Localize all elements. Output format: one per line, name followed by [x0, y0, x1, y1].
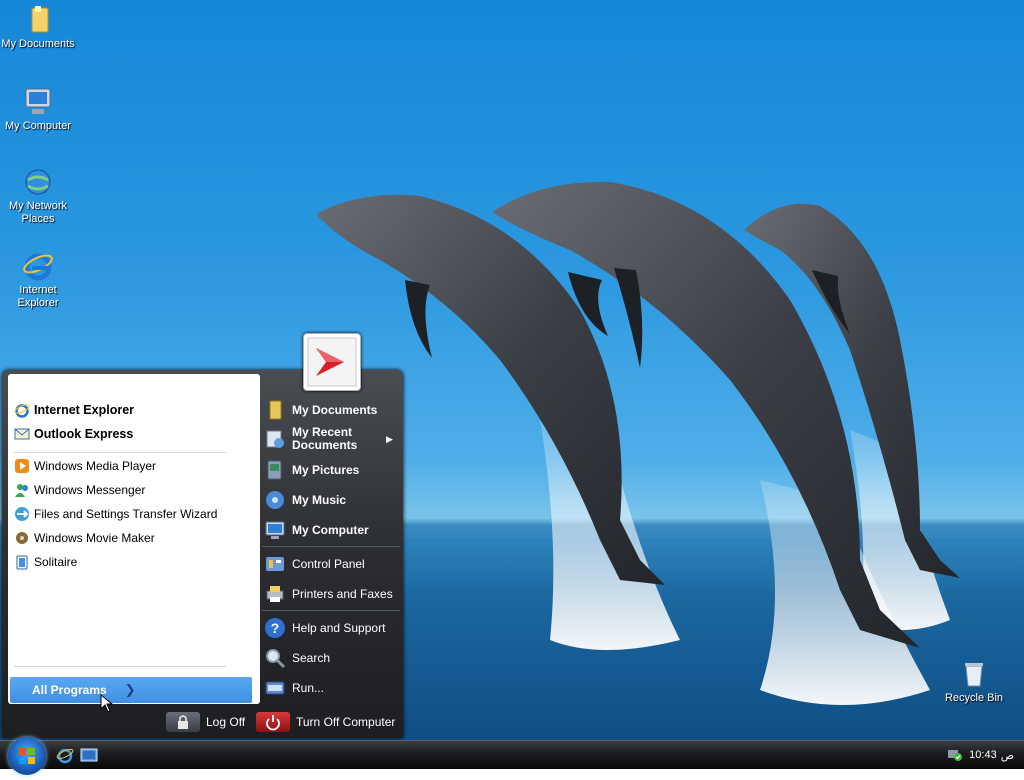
- menu-separator: [14, 666, 226, 667]
- run-icon: [264, 677, 286, 699]
- music-icon: [264, 489, 286, 511]
- start-item-my-pictures[interactable]: My Pictures: [264, 458, 400, 482]
- user-avatar-arrow-icon: [307, 337, 357, 387]
- chevron-right-icon: ▶: [386, 433, 393, 444]
- quicklaunch-ie-icon[interactable]: [56, 746, 74, 764]
- desktop-icon-recycle-bin[interactable]: Recycle Bin: [936, 658, 1012, 705]
- start-item-run[interactable]: Run...: [264, 676, 400, 700]
- recent-docs-icon: [264, 428, 286, 450]
- pictures-icon: [264, 459, 286, 481]
- desktop-icon-my-network-places[interactable]: My Network Places: [0, 166, 76, 226]
- start-menu-programs-pane: Internet Explorer Outlook Express Window…: [8, 374, 260, 704]
- start-item-internet-explorer[interactable]: Internet Explorer: [14, 400, 134, 420]
- start-item-search[interactable]: Search: [264, 646, 400, 670]
- folder-icon: [264, 399, 286, 421]
- desktop-icon-internet-explorer[interactable]: Internet Explorer: [0, 250, 76, 310]
- network-icon: [22, 166, 54, 198]
- start-menu-places-pane: My Documents My Recent Documents ▶ My Pi…: [260, 374, 402, 706]
- start-item-outlook-express[interactable]: Outlook Express: [14, 424, 133, 444]
- all-programs-button[interactable]: All Programs ❯: [10, 677, 252, 703]
- user-picture[interactable]: [303, 333, 361, 391]
- movie-maker-icon: [14, 530, 30, 546]
- menu-separator: [14, 452, 226, 453]
- start-item-transfer-wizard[interactable]: Files and Settings Transfer Wizard: [14, 504, 217, 524]
- start-item-my-recent-documents[interactable]: My Recent Documents ▶: [264, 424, 400, 454]
- start-menu-bottom-bar: Log Off Turn Off Computer: [2, 706, 403, 738]
- network-status-icon[interactable]: [947, 746, 963, 765]
- start-menu: Internet Explorer Outlook Express Window…: [2, 370, 403, 738]
- lock-icon: [166, 712, 200, 732]
- ie-icon: [22, 250, 54, 282]
- menu-separator: [262, 610, 400, 611]
- system-tray: 10:43 ص: [940, 741, 1024, 769]
- power-icon: [256, 712, 290, 732]
- help-icon: ?: [264, 617, 286, 639]
- taskbar: 10:43 ص: [0, 737, 1024, 775]
- control-panel-icon: [264, 553, 286, 575]
- start-item-windows-media-player[interactable]: Windows Media Player: [14, 456, 156, 476]
- messenger-icon: [14, 482, 30, 498]
- computer-icon: [264, 519, 286, 541]
- turn-off-computer-button[interactable]: Turn Off Computer: [256, 711, 395, 733]
- clock-period: ص: [1000, 749, 1014, 762]
- start-item-solitaire[interactable]: Solitaire: [14, 552, 77, 572]
- svg-text:?: ?: [271, 620, 280, 636]
- recycle-bin-icon: [958, 658, 990, 690]
- folder-icon: [22, 4, 54, 36]
- desktop-icon-my-computer[interactable]: My Computer: [0, 86, 76, 133]
- ie-icon: [14, 402, 30, 418]
- mouse-cursor-icon: [100, 694, 114, 713]
- start-button[interactable]: [8, 737, 46, 775]
- media-player-icon: [14, 458, 30, 474]
- printer-icon: [264, 583, 286, 605]
- clock-time[interactable]: 10:43: [969, 749, 997, 761]
- desktop-icon-my-documents[interactable]: My Documents: [0, 4, 76, 51]
- log-off-button[interactable]: Log Off: [166, 711, 245, 733]
- start-item-my-documents[interactable]: My Documents: [264, 398, 400, 422]
- solitaire-icon: [14, 554, 30, 570]
- start-item-windows-movie-maker[interactable]: Windows Movie Maker: [14, 528, 155, 548]
- start-item-printers-and-faxes[interactable]: Printers and Faxes: [264, 582, 400, 606]
- transfer-wizard-icon: [14, 506, 30, 522]
- start-item-my-computer[interactable]: My Computer: [264, 518, 400, 542]
- computer-icon: [22, 86, 54, 118]
- search-icon: [264, 647, 286, 669]
- start-item-control-panel[interactable]: Control Panel: [264, 552, 400, 576]
- chevron-right-icon: ❯: [124, 682, 136, 697]
- start-item-my-music[interactable]: My Music: [264, 488, 400, 512]
- menu-separator: [262, 546, 400, 547]
- start-item-windows-messenger[interactable]: Windows Messenger: [14, 480, 145, 500]
- outlook-icon: [14, 426, 30, 442]
- start-item-help-and-support[interactable]: ? Help and Support: [264, 616, 400, 640]
- quicklaunch-show-desktop-icon[interactable]: [80, 746, 98, 764]
- windows-logo-icon: [19, 748, 35, 764]
